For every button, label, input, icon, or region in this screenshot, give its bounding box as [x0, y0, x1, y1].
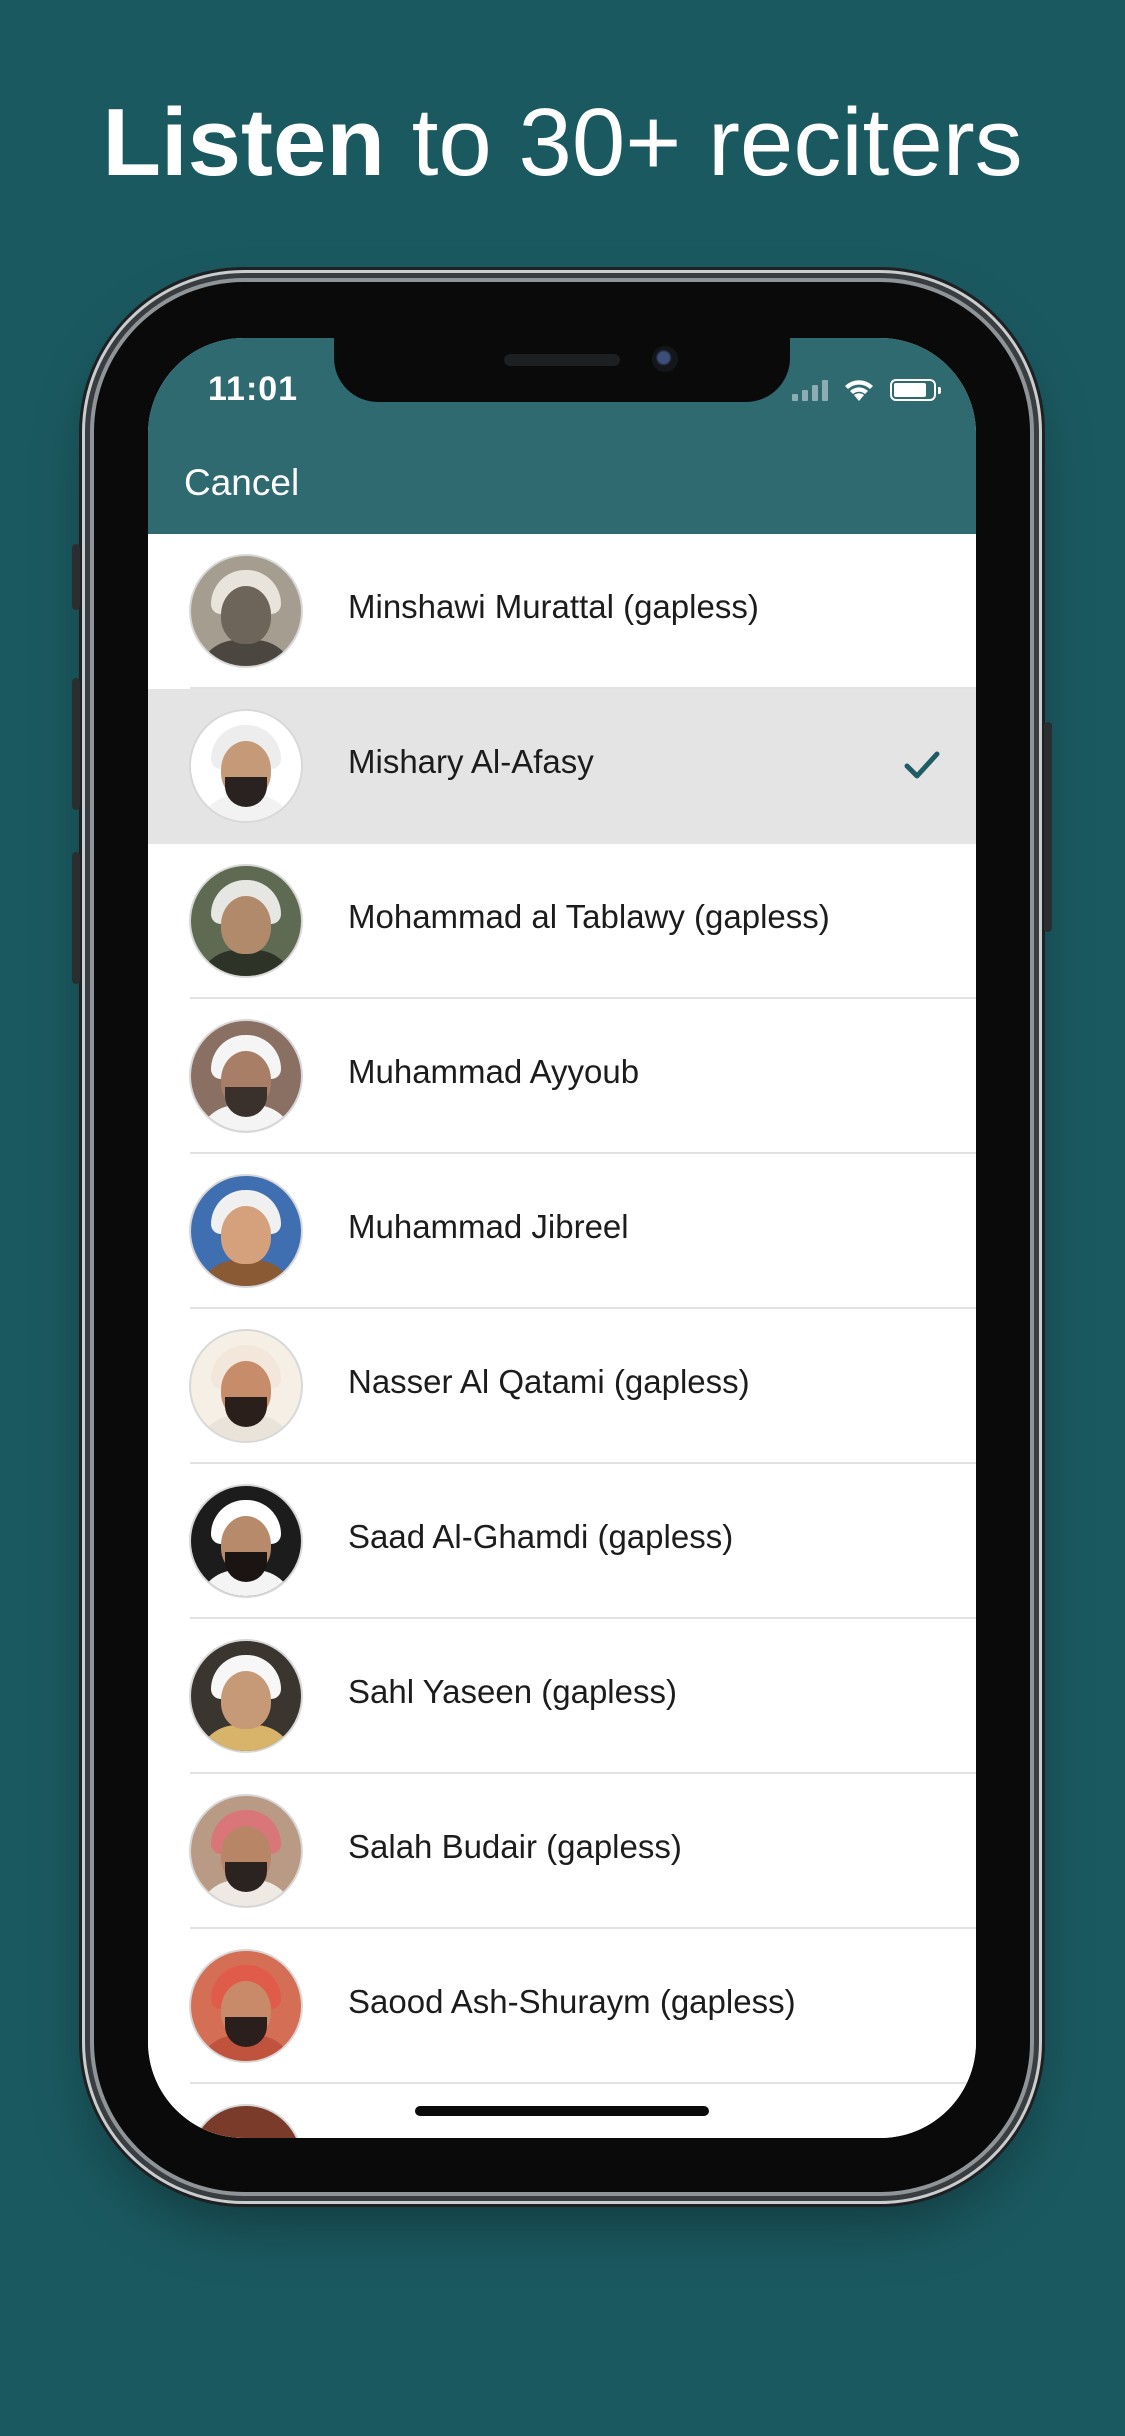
reciter-avatar [191, 2106, 301, 2138]
list-item[interactable]: Muhammad Jibreel [148, 1154, 976, 1309]
home-indicator[interactable] [415, 2106, 709, 2116]
battery-level [894, 383, 927, 397]
reciter-name: Saood Ash-Shuraym (gapless) [348, 1983, 796, 2020]
reciter-name: Mishary Al-Afasy [348, 743, 594, 780]
notch [334, 338, 790, 402]
reciter-avatar [191, 1486, 301, 1596]
power-button [1044, 722, 1052, 932]
list-item[interactable]: Saad Al-Ghamdi (gapless) [148, 1464, 976, 1619]
reciter-name: Muhammad Jibreel [348, 1208, 629, 1245]
volume-up-button [72, 678, 80, 810]
reciter-avatar [191, 556, 301, 666]
headline: Listen to 30+ reciters [0, 88, 1125, 198]
reciter-name: Minshawi Murattal (gapless) [348, 588, 759, 625]
reciter-name: Nasser Al Qatami (gapless) [348, 1363, 750, 1400]
list-item[interactable]: Mohammad al Tablawy (gapless) [148, 844, 976, 999]
checkmark-icon [904, 751, 940, 779]
navigation-bar: 11:01 Cancel [148, 338, 976, 534]
reciter-name: Mohammad al Tablawy (gapless) [348, 898, 830, 935]
reciter-avatar [191, 1021, 301, 1131]
reciter-avatar [191, 1176, 301, 1286]
reciter-name: Sahl Yaseen (gapless) [348, 1673, 677, 1710]
reciter-name: Muhammad Ayyoub [348, 1053, 640, 1090]
reciter-name: Salah Budair (gapless) [348, 1828, 682, 1865]
headline-rest: to 30+ reciters [385, 89, 1023, 196]
signal-icon [792, 379, 828, 401]
reciter-name: Saad Al-Ghamdi (gapless) [348, 1518, 734, 1555]
list-item[interactable]: Nasser Al Qatami (gapless) [148, 1309, 976, 1464]
list-item[interactable]: Salah Budair (gapless) [148, 1774, 976, 1929]
headline-strong: Listen [102, 89, 386, 196]
wifi-icon [845, 380, 873, 401]
reciter-avatar [191, 711, 301, 821]
speaker-grille [504, 354, 620, 366]
list-item[interactable]: Minshawi Murattal (gapless) [148, 534, 976, 689]
status-time: 11:01 [208, 370, 299, 408]
reciter-avatar [191, 866, 301, 976]
phone-frame: 11:01 Cancel Minshawi Murattal (gapless)… [72, 282, 1052, 2192]
cancel-button[interactable]: Cancel [184, 462, 299, 504]
reciter-list[interactable]: Minshawi Murattal (gapless) Mishary Al-A… [148, 534, 976, 2138]
reciter-avatar [191, 1951, 301, 2061]
front-camera [652, 346, 678, 372]
volume-down-button [72, 852, 80, 984]
list-item[interactable]: Saood Ash-Shuraym (gapless) [148, 1929, 976, 2084]
reciter-avatar [191, 1796, 301, 1906]
reciter-avatar [191, 1331, 301, 1441]
phone-screen: 11:01 Cancel Minshawi Murattal (gapless)… [148, 338, 976, 2138]
battery-icon [890, 379, 941, 401]
list-item[interactable]: Sahl Yaseen (gapless) [148, 1619, 976, 1774]
list-item[interactable]: Mishary Al-Afasy [148, 689, 976, 844]
reciter-avatar [191, 1641, 301, 1751]
mute-switch [72, 544, 80, 610]
list-item[interactable]: Muhammad Ayyoub [148, 999, 976, 1154]
status-icons [792, 374, 941, 406]
